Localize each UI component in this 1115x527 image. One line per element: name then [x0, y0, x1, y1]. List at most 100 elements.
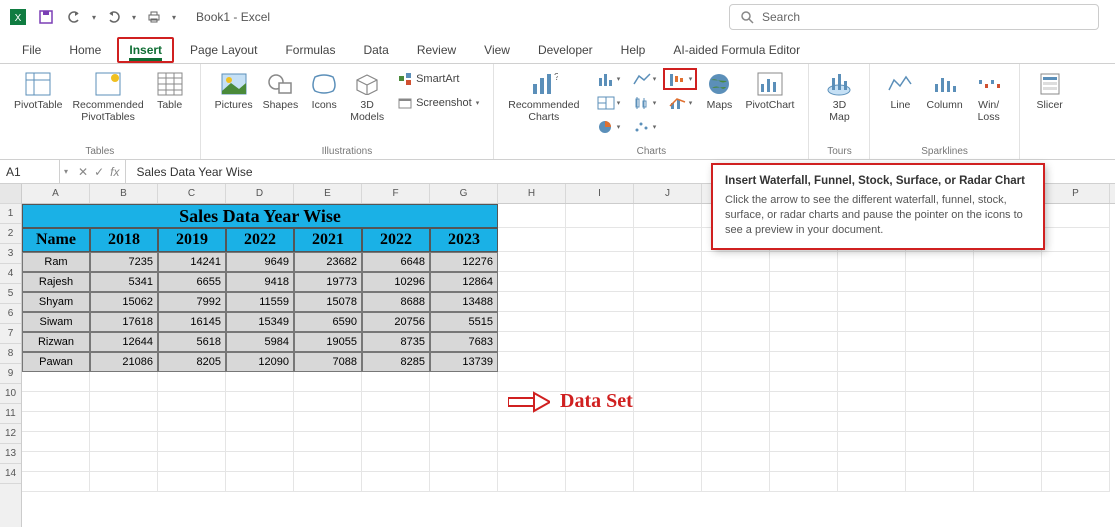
cell[interactable]	[430, 392, 498, 412]
cell[interactable]	[770, 292, 838, 312]
data-cell[interactable]: 5618	[158, 332, 226, 352]
cell[interactable]	[634, 392, 702, 412]
name-box[interactable]: A1	[0, 160, 60, 183]
spark-line-button[interactable]: Line	[880, 68, 920, 125]
cell[interactable]	[294, 452, 362, 472]
cell[interactable]	[1042, 332, 1110, 352]
cell[interactable]	[498, 312, 566, 332]
cell[interactable]	[566, 272, 634, 292]
print-icon[interactable]	[142, 5, 166, 29]
combo-chart-icon[interactable]: ▾	[663, 92, 697, 114]
cell[interactable]	[90, 372, 158, 392]
data-cell[interactable]: 8735	[362, 332, 430, 352]
cell[interactable]	[498, 332, 566, 352]
col-header[interactable]: J	[634, 184, 702, 203]
data-cell[interactable]: 9418	[226, 272, 294, 292]
save-icon[interactable]	[34, 5, 58, 29]
tab-file[interactable]: File	[10, 37, 53, 63]
data-header-cell[interactable]: 2021	[294, 228, 362, 252]
spark-winloss-button[interactable]: Win/ Loss	[969, 68, 1009, 125]
search-box[interactable]: Search	[729, 4, 1099, 30]
row-header[interactable]: 6	[0, 304, 21, 324]
cell[interactable]	[906, 312, 974, 332]
screenshot-button[interactable]: Screenshot ▾	[394, 92, 483, 114]
cell[interactable]	[1042, 432, 1110, 452]
rec-pivot-button[interactable]: Recommended PivotTables	[68, 68, 147, 125]
cell[interactable]	[1042, 352, 1110, 372]
data-cell[interactable]: 9649	[226, 252, 294, 272]
3d-map-button[interactable]: 3D Map	[819, 68, 859, 125]
cell[interactable]	[1042, 204, 1110, 228]
cell[interactable]	[702, 312, 770, 332]
data-header-cell[interactable]: 2022	[362, 228, 430, 252]
row-header[interactable]: 14	[0, 464, 21, 484]
cell[interactable]	[838, 252, 906, 272]
cell[interactable]	[906, 272, 974, 292]
cell[interactable]	[362, 452, 430, 472]
cell[interactable]	[1042, 312, 1110, 332]
cell[interactable]	[498, 412, 566, 432]
cancel-icon[interactable]: ✕	[78, 165, 88, 179]
cell[interactable]	[906, 432, 974, 452]
cell[interactable]	[906, 392, 974, 412]
cell[interactable]	[838, 412, 906, 432]
cell[interactable]	[566, 228, 634, 252]
row-header[interactable]: 12	[0, 424, 21, 444]
cell[interactable]	[702, 252, 770, 272]
cell[interactable]	[838, 452, 906, 472]
data-cell[interactable]: 15062	[90, 292, 158, 312]
cell[interactable]	[906, 372, 974, 392]
namebox-dropdown[interactable]: ▾	[60, 167, 72, 176]
cell[interactable]	[158, 392, 226, 412]
cell[interactable]	[362, 372, 430, 392]
cell[interactable]	[294, 372, 362, 392]
cell[interactable]	[770, 372, 838, 392]
cell[interactable]	[770, 452, 838, 472]
cell[interactable]	[1042, 252, 1110, 272]
col-header[interactable]: F	[362, 184, 430, 203]
cell[interactable]	[1042, 452, 1110, 472]
row-header[interactable]: 9	[0, 364, 21, 384]
data-cell[interactable]: 6655	[158, 272, 226, 292]
cell[interactable]	[906, 292, 974, 312]
col-header[interactable]: B	[90, 184, 158, 203]
row-header[interactable]: 3	[0, 244, 21, 264]
cell[interactable]	[158, 412, 226, 432]
data-cell[interactable]: 17618	[90, 312, 158, 332]
cell[interactable]	[430, 412, 498, 432]
data-title-cell[interactable]: Sales Data Year Wise	[22, 204, 498, 228]
cell[interactable]	[498, 272, 566, 292]
cell[interactable]	[22, 372, 90, 392]
data-cell[interactable]: 12864	[430, 272, 498, 292]
col-header[interactable]: E	[294, 184, 362, 203]
col-header[interactable]: A	[22, 184, 90, 203]
cell[interactable]	[498, 204, 566, 228]
cell[interactable]	[430, 452, 498, 472]
cell[interactable]	[634, 452, 702, 472]
cell[interactable]	[498, 352, 566, 372]
cell[interactable]	[226, 392, 294, 412]
col-header[interactable]: H	[498, 184, 566, 203]
cell[interactable]	[702, 292, 770, 312]
cell[interactable]	[1042, 392, 1110, 412]
cell[interactable]	[294, 412, 362, 432]
cell[interactable]	[770, 412, 838, 432]
cell[interactable]	[362, 472, 430, 492]
cell[interactable]	[906, 332, 974, 352]
cell[interactable]	[498, 432, 566, 452]
cell[interactable]	[974, 272, 1042, 292]
col-header[interactable]: G	[430, 184, 498, 203]
cell[interactable]	[634, 312, 702, 332]
cell[interactable]	[226, 412, 294, 432]
cell[interactable]	[430, 472, 498, 492]
data-cell[interactable]: 21086	[90, 352, 158, 372]
data-cell[interactable]: Pawan	[22, 352, 90, 372]
cell[interactable]	[770, 432, 838, 452]
data-cell[interactable]: 6590	[294, 312, 362, 332]
data-cell[interactable]: 12090	[226, 352, 294, 372]
tab-formulas[interactable]: Formulas	[273, 37, 347, 63]
col-header[interactable]: D	[226, 184, 294, 203]
cell[interactable]	[498, 292, 566, 312]
row-header[interactable]: 8	[0, 344, 21, 364]
cell[interactable]	[702, 392, 770, 412]
